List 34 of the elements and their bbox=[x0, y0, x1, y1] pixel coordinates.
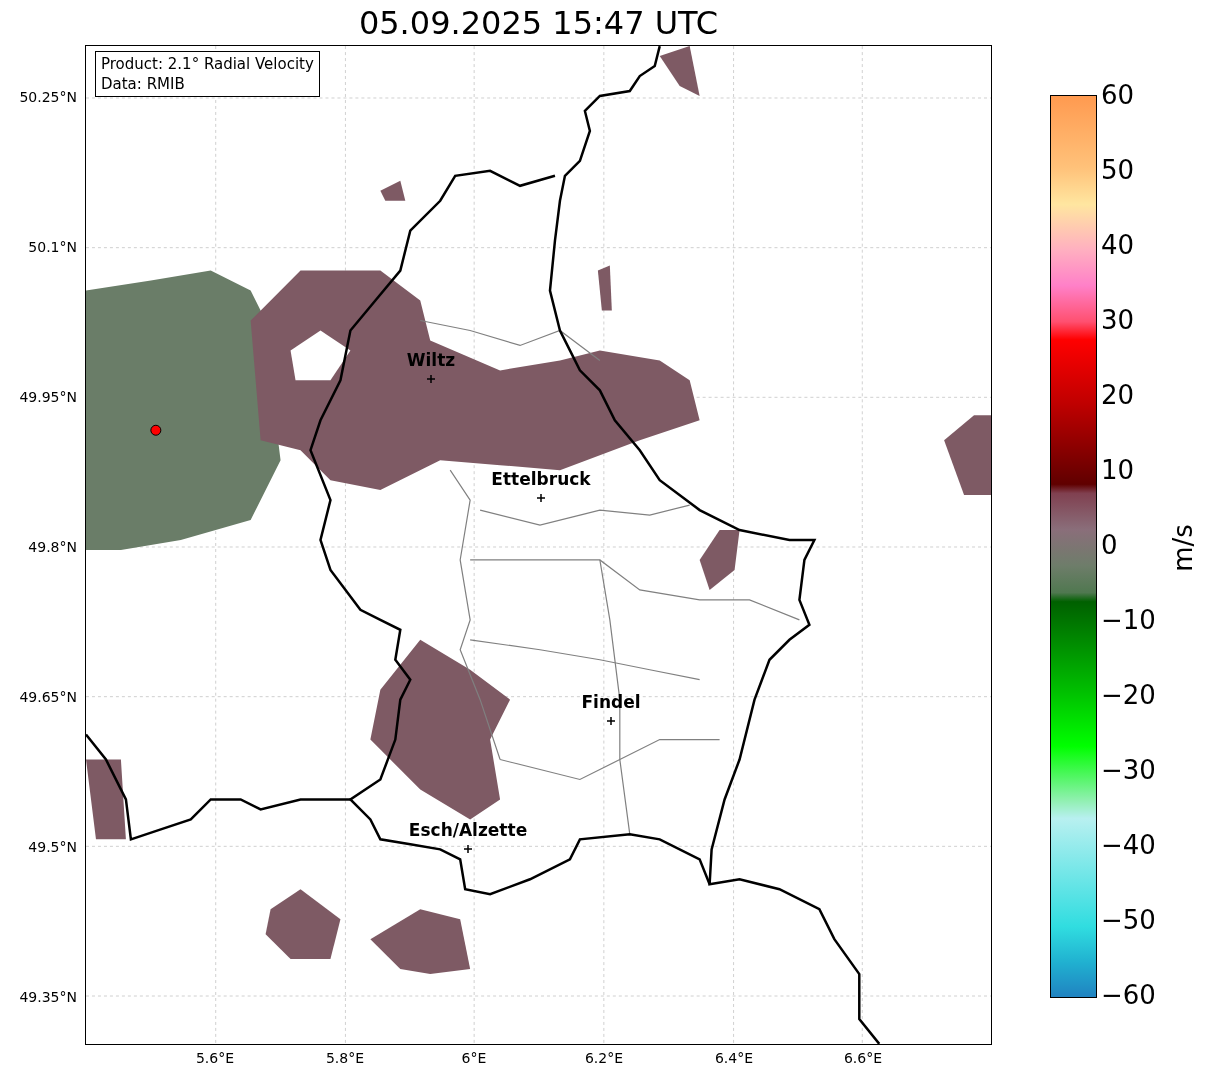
colorbar-tick-label: −60 bbox=[1101, 982, 1156, 1008]
longitude-tick-label: 6.2°E bbox=[584, 1051, 624, 1065]
colorbar-unit-label: m/s bbox=[1169, 524, 1196, 572]
latitude-tick-label: 50.25°N bbox=[19, 90, 77, 104]
longitude-tick-label: 6°E bbox=[461, 1051, 487, 1065]
colorbar-tick-label: 10 bbox=[1101, 457, 1135, 483]
colorbar-tick-label: 50 bbox=[1101, 157, 1135, 183]
colorbar-tick-label: −40 bbox=[1101, 832, 1156, 858]
colorbar-tick-label: 0 bbox=[1101, 532, 1118, 558]
longitude-tick-label: 5.6°E bbox=[195, 1051, 235, 1065]
latitude-tick-label: 50.1°N bbox=[28, 240, 77, 254]
place-label: Wiltz bbox=[406, 352, 456, 369]
longitude-tick-label: 6.4°E bbox=[714, 1051, 754, 1065]
place-label: Findel bbox=[581, 694, 641, 711]
info-text: Data: RMIB bbox=[101, 74, 186, 94]
latitude-tick-label: 49.35°N bbox=[19, 990, 77, 1004]
colorbar-tick-label: −20 bbox=[1101, 682, 1156, 708]
colorbar-tick-label: 30 bbox=[1101, 307, 1135, 333]
longitude-tick-label: 5.8°E bbox=[325, 1051, 365, 1065]
colorbar-tick-label: 20 bbox=[1101, 382, 1135, 408]
colorbar-tick-label: −30 bbox=[1101, 757, 1156, 783]
latitude-tick-label: 49.5°N bbox=[28, 840, 77, 854]
info-text: Product: 2.1° Radial Velocity bbox=[101, 54, 314, 74]
place-label: Ettelbruck bbox=[491, 471, 591, 488]
chart-title: 05.09.2025 15:47 UTC bbox=[358, 6, 719, 39]
latitude-tick-label: 49.95°N bbox=[19, 390, 77, 404]
place-label: Esch/Alzette bbox=[408, 822, 528, 839]
colorbar-tick-label: −10 bbox=[1101, 607, 1156, 633]
colorbar-tick-label: −50 bbox=[1101, 907, 1156, 933]
colorbar-tick-label: 60 bbox=[1101, 82, 1135, 108]
colorbar-tick-label: 40 bbox=[1101, 232, 1135, 258]
latitude-tick-label: 49.8°N bbox=[28, 540, 77, 554]
longitude-tick-label: 6.6°E bbox=[843, 1051, 883, 1065]
latitude-tick-label: 49.65°N bbox=[19, 690, 77, 704]
